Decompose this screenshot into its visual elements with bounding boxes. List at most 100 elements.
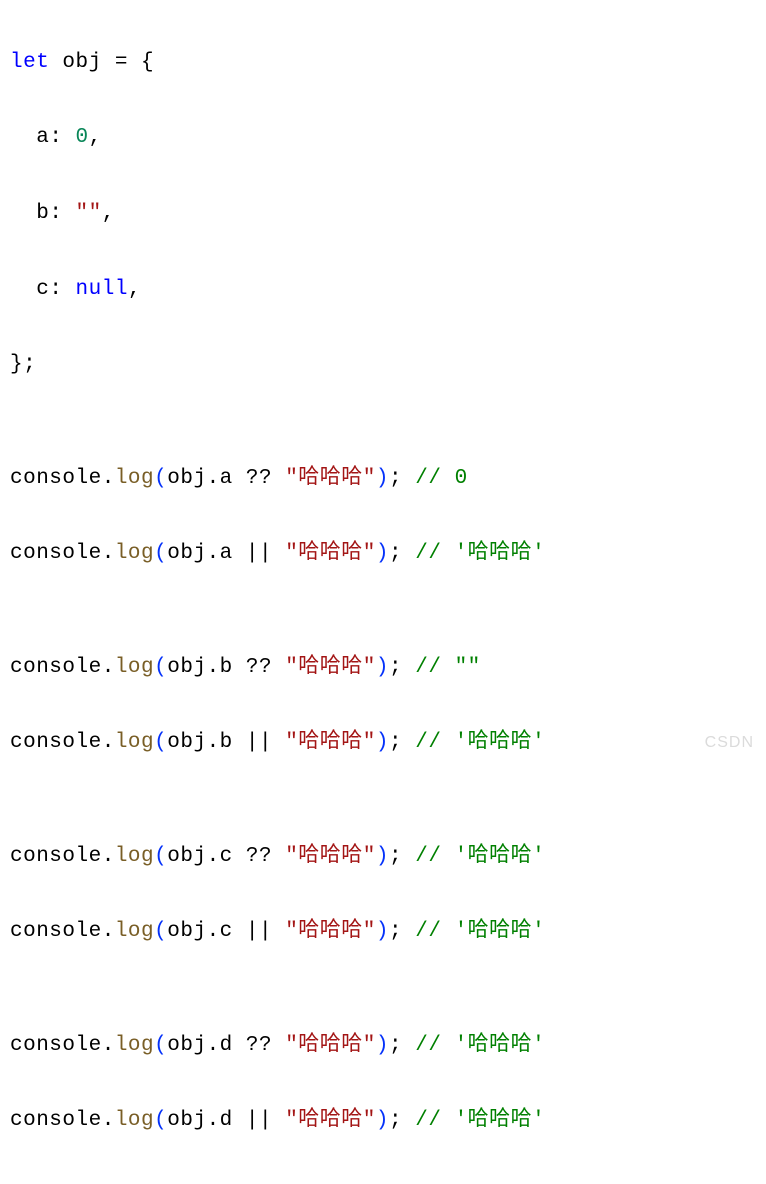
obj-ref: obj bbox=[167, 542, 206, 565]
operator-nullish: ?? bbox=[233, 845, 285, 868]
comment-text: 0 bbox=[455, 467, 468, 490]
semicolon: ; bbox=[389, 845, 402, 868]
code-line: console.log(obj.d ?? "哈哈哈"); // '哈哈哈' bbox=[10, 1027, 756, 1065]
console: console bbox=[10, 467, 102, 490]
comment-text: '哈哈哈' bbox=[455, 845, 546, 868]
watermark: CSDN bbox=[705, 729, 754, 758]
obj-ref: obj bbox=[167, 845, 206, 868]
colon: : bbox=[49, 126, 75, 149]
paren-close: ) bbox=[376, 467, 389, 490]
console: console bbox=[10, 1034, 102, 1057]
code-line: console.log(obj.d || "哈哈哈"); // '哈哈哈' bbox=[10, 1102, 756, 1140]
operator-nullish: ?? bbox=[233, 656, 285, 679]
prop-key: b bbox=[36, 202, 49, 225]
dot: . bbox=[102, 731, 115, 754]
semicolon: ; bbox=[23, 353, 36, 376]
semicolon: ; bbox=[389, 1034, 402, 1057]
prop-access: b bbox=[220, 656, 233, 679]
code-line: let obj = { bbox=[10, 44, 756, 82]
dot: . bbox=[102, 542, 115, 565]
dot: . bbox=[102, 920, 115, 943]
paren-open: ( bbox=[154, 845, 167, 868]
comma: , bbox=[102, 202, 115, 225]
semicolon: ; bbox=[389, 542, 402, 565]
string-literal: "哈哈哈" bbox=[285, 1109, 376, 1132]
paren-open: ( bbox=[154, 542, 167, 565]
colon: : bbox=[49, 202, 75, 225]
dot: . bbox=[102, 1034, 115, 1057]
console: console bbox=[10, 1109, 102, 1132]
prop-access: c bbox=[220, 845, 233, 868]
semicolon: ; bbox=[389, 1109, 402, 1132]
dot: . bbox=[207, 1034, 220, 1057]
method-log: log bbox=[115, 731, 154, 754]
prop-access: b bbox=[220, 731, 233, 754]
method-log: log bbox=[115, 656, 154, 679]
prop-access: d bbox=[220, 1109, 233, 1132]
method-log: log bbox=[115, 1034, 154, 1057]
console: console bbox=[10, 845, 102, 868]
code-snippet: let obj = { a: 0, b: "", c: null, }; con… bbox=[10, 6, 756, 1178]
dot: . bbox=[207, 467, 220, 490]
operator-or: || bbox=[233, 731, 285, 754]
console: console bbox=[10, 731, 102, 754]
semicolon: ; bbox=[389, 656, 402, 679]
paren-open: ( bbox=[154, 1034, 167, 1057]
dot: . bbox=[207, 920, 220, 943]
indent bbox=[10, 202, 36, 225]
string-literal: "哈哈哈" bbox=[285, 731, 376, 754]
paren-close: ) bbox=[376, 656, 389, 679]
string-literal: "哈哈哈" bbox=[285, 467, 376, 490]
identifier-obj: obj bbox=[49, 51, 115, 74]
paren-close: ) bbox=[376, 542, 389, 565]
prop-key: a bbox=[36, 126, 49, 149]
comment-slash: // bbox=[402, 656, 454, 679]
comment-text: '哈哈哈' bbox=[455, 542, 546, 565]
paren-open: ( bbox=[154, 467, 167, 490]
paren-close: ) bbox=[376, 920, 389, 943]
semicolon: ; bbox=[389, 731, 402, 754]
console: console bbox=[10, 656, 102, 679]
dot: . bbox=[207, 1109, 220, 1132]
comment-slash: // bbox=[402, 1109, 454, 1132]
obj-ref: obj bbox=[167, 656, 206, 679]
paren-close: ) bbox=[376, 845, 389, 868]
paren-open: ( bbox=[154, 731, 167, 754]
prop-access: d bbox=[220, 1034, 233, 1057]
obj-ref: obj bbox=[167, 467, 206, 490]
comment-slash: // bbox=[402, 542, 454, 565]
paren-open: ( bbox=[154, 1109, 167, 1132]
operator-nullish: ?? bbox=[233, 1034, 285, 1057]
code-line: console.log(obj.a ?? "哈哈哈"); // 0 bbox=[10, 460, 756, 498]
string-literal: "哈哈哈" bbox=[285, 920, 376, 943]
dot: . bbox=[102, 656, 115, 679]
string-literal: "哈哈哈" bbox=[285, 656, 376, 679]
colon: : bbox=[49, 278, 75, 301]
operator-or: || bbox=[233, 542, 285, 565]
code-line: console.log(obj.c ?? "哈哈哈"); // '哈哈哈' bbox=[10, 838, 756, 876]
string-literal: "" bbox=[76, 202, 102, 225]
paren-close: ) bbox=[376, 1109, 389, 1132]
brace-close: } bbox=[10, 353, 23, 376]
operator-or: || bbox=[233, 920, 285, 943]
method-log: log bbox=[115, 542, 154, 565]
indent bbox=[10, 278, 36, 301]
comment-slash: // bbox=[402, 731, 454, 754]
comment-text: "" bbox=[455, 656, 481, 679]
indent bbox=[10, 126, 36, 149]
semicolon: ; bbox=[389, 920, 402, 943]
code-line: c: null, bbox=[10, 271, 756, 309]
comma: , bbox=[128, 278, 141, 301]
obj-ref: obj bbox=[167, 920, 206, 943]
string-literal: "哈哈哈" bbox=[285, 542, 376, 565]
obj-ref: obj bbox=[167, 1034, 206, 1057]
code-line: console.log(obj.b ?? "哈哈哈"); // "" bbox=[10, 649, 756, 687]
comment-text: '哈哈哈' bbox=[455, 731, 546, 754]
paren-close: ) bbox=[376, 1034, 389, 1057]
number-literal: 0 bbox=[76, 126, 89, 149]
comment-slash: // bbox=[402, 467, 454, 490]
method-log: log bbox=[115, 845, 154, 868]
comment-text: '哈哈哈' bbox=[455, 1034, 546, 1057]
dot: . bbox=[207, 731, 220, 754]
prop-access: a bbox=[220, 542, 233, 565]
